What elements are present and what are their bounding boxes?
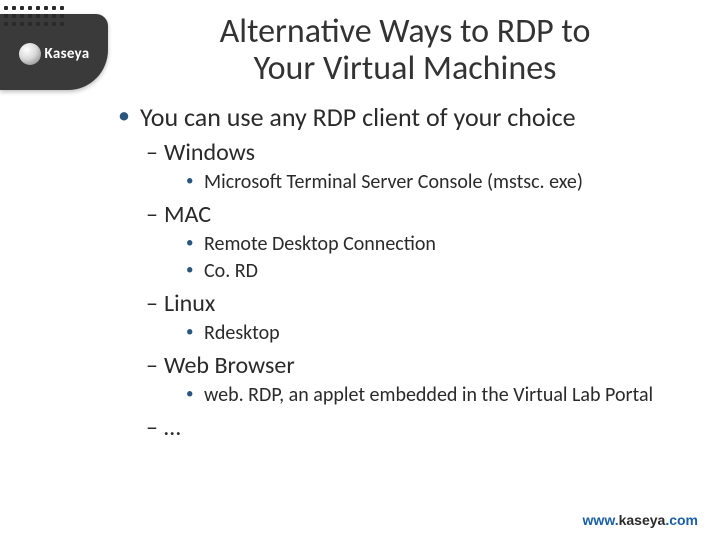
bullet-web-webrdp: web. RDP, an applet embedded in the Virt… (186, 384, 680, 408)
bullet-main: You can use any RDP client of your choic… (118, 102, 680, 133)
logo-dot-pattern (4, 6, 65, 27)
footer-mid: kaseya (619, 512, 666, 528)
bullet-linux-rdesktop: Rdesktop (186, 322, 680, 346)
title-line-2: Your Virtual Machines (254, 48, 557, 89)
footer-url: www.kaseya.com (583, 512, 698, 528)
bullet-mac: MAC (146, 201, 680, 229)
brand-ball-icon (19, 43, 41, 65)
slide-body: You can use any RDP client of your choic… (118, 102, 680, 444)
title-line-1: Alternative Ways to RDP to (220, 11, 591, 52)
bullet-mac-cord: Co. RD (186, 260, 680, 284)
brand-name: Kaseya (45, 45, 90, 63)
bullet-linux: Linux (146, 290, 680, 318)
brand-logo-tab: Kaseya (0, 14, 108, 90)
slide: Kaseya Alternative Ways to RDP to Your V… (0, 0, 720, 540)
bullet-web: Web Browser (146, 352, 680, 380)
slide-title: Alternative Ways to RDP to Your Virtual … (130, 14, 680, 87)
footer-suffix: .com (665, 512, 698, 528)
footer-prefix: www. (583, 512, 619, 528)
bullet-windows: Windows (146, 139, 680, 167)
bullet-mac-rdc: Remote Desktop Connection (186, 233, 680, 257)
brand-logo: Kaseya (19, 43, 90, 65)
bullet-more: … (146, 414, 680, 442)
bullet-windows-mstsc: Microsoft Terminal Server Console (mstsc… (186, 171, 680, 195)
